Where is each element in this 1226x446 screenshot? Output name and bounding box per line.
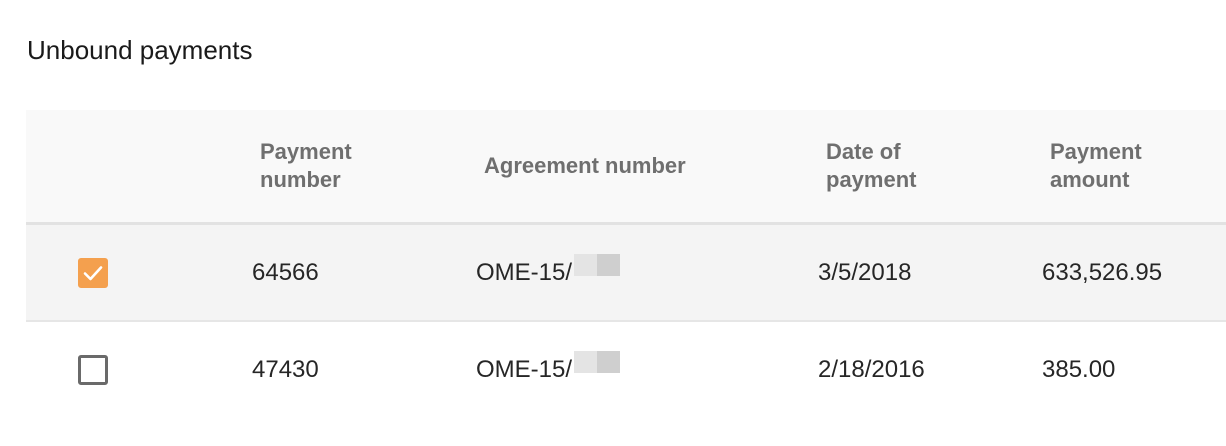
redacted-block [574, 253, 621, 276]
header-date-line2: payment [826, 167, 917, 192]
cell-payment-number: 64566 [252, 258, 319, 286]
header-date-line1: Date of [826, 139, 901, 164]
header-payment-number-line2: number [260, 167, 341, 192]
agreement-number-text: OME-15/ [476, 258, 573, 286]
cell-agreement-number: OME-15/ [476, 322, 776, 417]
cell-date: 2/18/2016 [818, 355, 925, 383]
header-payment-number-line1: Payment [260, 139, 352, 164]
row-checkbox-unchecked[interactable] [78, 355, 108, 385]
table-header: Payment number Agreement number Date of … [26, 110, 1226, 225]
header-amount-line1: Payment [1050, 139, 1142, 164]
cell-payment-number: 47430 [252, 355, 319, 383]
header-amount-line2: amount [1050, 167, 1130, 192]
header-payment-amount[interactable]: Payment amount [1050, 110, 1226, 222]
table-row[interactable]: 47430 OME-15/ 2/18/2016 385.00 [26, 322, 1226, 417]
redacted-block [574, 350, 621, 373]
agreement-number-text: OME-15/ [476, 355, 573, 383]
header-agreement-number-label: Agreement number [484, 153, 686, 178]
header-payment-number[interactable]: Payment number [260, 110, 450, 222]
checkmark-icon [83, 266, 103, 281]
unbound-payments-table: Payment number Agreement number Date of … [26, 110, 1226, 417]
header-date-of-payment[interactable]: Date of payment [826, 110, 1006, 222]
section-title: Unbound payments [27, 35, 253, 65]
table-row[interactable]: 64566 OME-15/ 3/5/2018 633,526.95 [26, 225, 1226, 322]
row-checkbox-checked[interactable] [78, 258, 108, 288]
header-agreement-number[interactable]: Agreement number [484, 110, 784, 222]
cell-agreement-number: OME-15/ [476, 225, 776, 320]
cell-date: 3/5/2018 [818, 258, 912, 286]
cell-amount: 633,526.95 [1042, 258, 1163, 286]
cell-amount: 385.00 [1042, 355, 1116, 383]
